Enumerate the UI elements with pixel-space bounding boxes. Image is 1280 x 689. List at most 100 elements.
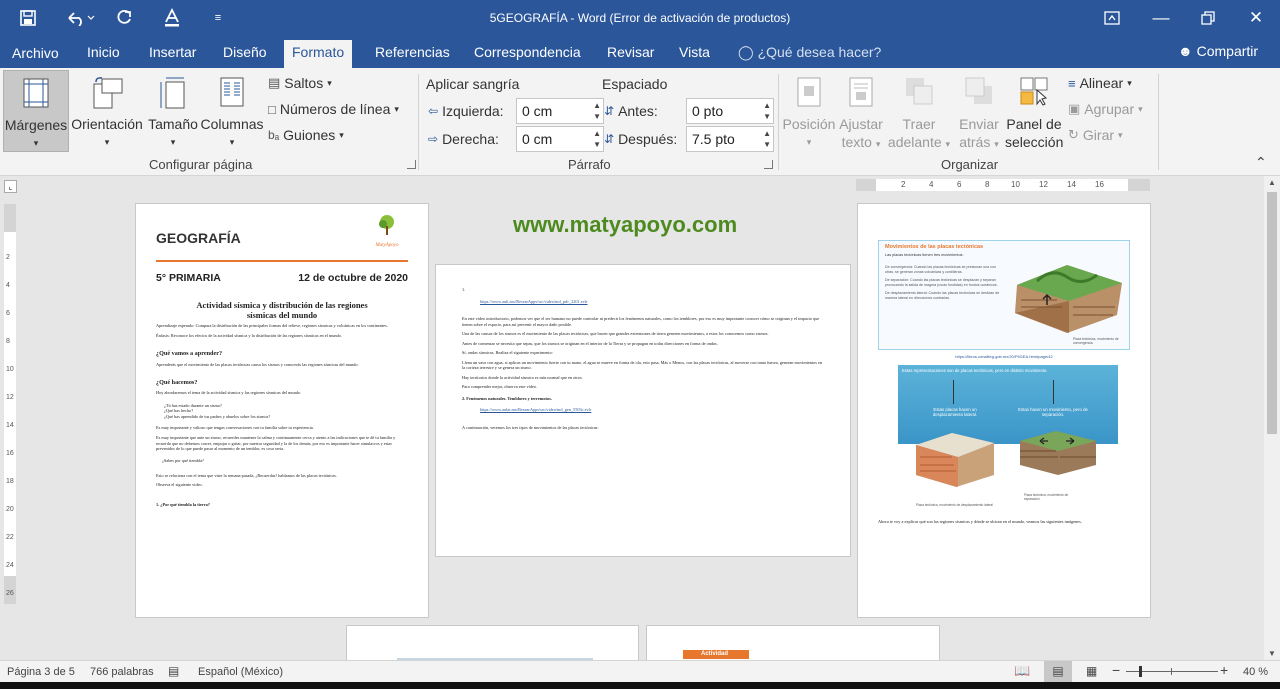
spacing-after-input[interactable]: 7.5 pto ▲ ▼ bbox=[686, 126, 774, 152]
page-5[interactable]: Actividad bbox=[646, 625, 940, 660]
lateral-plates-illustration bbox=[916, 433, 994, 487]
taskbar-strip bbox=[0, 682, 1280, 689]
tab-archivo[interactable]: Archivo bbox=[12, 45, 59, 61]
vertical-scrollbar[interactable]: ▲ ▼ bbox=[1264, 176, 1280, 660]
selection-pane-button[interactable]: Panel de selección bbox=[1005, 70, 1063, 152]
rotate-button[interactable]: ↻ Girar ▾ bbox=[1068, 127, 1123, 143]
watermark: www.matyapoyo.com bbox=[513, 212, 738, 237]
scroll-thumb[interactable] bbox=[1267, 192, 1277, 434]
indent-right-label: ⇨ Derecha: bbox=[428, 131, 499, 147]
font-color-icon[interactable] bbox=[158, 5, 186, 31]
ribbon-display-icon[interactable] bbox=[1089, 4, 1135, 32]
spacing-after-icon: ⇵ bbox=[604, 132, 615, 146]
vertical-ruler: 2 4 6 8 10 12 14 16 18 20 22 24 26 bbox=[4, 204, 16, 604]
web-layout-icon[interactable]: ▦ bbox=[1086, 664, 1097, 678]
tab-formato[interactable]: Formato bbox=[284, 40, 353, 68]
line-numbers-label: Números de línea bbox=[279, 101, 391, 117]
group-label: Agrupar bbox=[1084, 101, 1135, 117]
bring-forward-label-1: Traer bbox=[902, 116, 936, 132]
indent-right-icon: ⇨ bbox=[428, 132, 439, 146]
ribbon: Márgenes ▾ Orientación ▾ Tamaño ▾ Column… bbox=[0, 68, 1280, 176]
wrap-text-icon bbox=[848, 76, 874, 112]
selection-pane-icon bbox=[1019, 76, 1049, 110]
margins-label: Márgenes bbox=[4, 117, 68, 133]
page-count[interactable]: Página 3 de 5 bbox=[7, 666, 75, 678]
group-button[interactable]: ▣ Agrupar ▾ bbox=[1068, 101, 1143, 117]
zoom-in-icon[interactable]: + bbox=[1220, 662, 1228, 678]
bring-forward-button[interactable]: Traer adelante ▾ bbox=[886, 70, 952, 152]
align-label: Alinear bbox=[1079, 75, 1124, 91]
send-backward-icon bbox=[964, 76, 994, 110]
bring-forward-label-2: adelante ▾ bbox=[887, 134, 951, 150]
send-backward-button[interactable]: Enviar atrás ▾ bbox=[952, 70, 1006, 152]
video-link-1[interactable]: https://www.ault.mx/ResearApps/src/video… bbox=[462, 299, 824, 305]
word-count[interactable]: 766 palabras bbox=[90, 666, 154, 678]
figure-plates-comparison: Estas representaciones son de placas tec… bbox=[898, 365, 1118, 509]
scroll-up-icon[interactable]: ▲ bbox=[1264, 178, 1280, 187]
tab-vista[interactable]: Vista bbox=[679, 44, 710, 60]
orientation-button[interactable]: Orientación ▾ bbox=[70, 70, 144, 152]
page-3[interactable]: Movimientos de las placas tectónicas Las… bbox=[857, 203, 1151, 618]
page-setup-launcher-icon[interactable] bbox=[407, 160, 416, 169]
document-area[interactable]: ⌞ 2 4 6 8 10 12 14 16 18 20 22 24 26 2 4… bbox=[0, 176, 1264, 660]
activity-tag: Actividad bbox=[683, 650, 749, 659]
undo-icon[interactable] bbox=[60, 5, 100, 31]
position-label: Posición bbox=[782, 116, 836, 132]
lightbulb-icon: ◯ bbox=[738, 44, 754, 60]
size-icon bbox=[158, 76, 188, 114]
page-1[interactable]: GEOGRAFÍA MatyApoyo 5° PRIMARIA 12 de oc… bbox=[135, 203, 429, 618]
redo-icon[interactable] bbox=[110, 5, 138, 31]
tab-referencias[interactable]: Referencias bbox=[375, 44, 450, 60]
language[interactable]: Español (México) bbox=[198, 666, 283, 678]
tab-insertar[interactable]: Insertar bbox=[149, 44, 196, 60]
wrap-text-button[interactable]: Ajustar texto ▾ bbox=[836, 70, 886, 152]
indent-right-input[interactable]: 0 cm ▲ ▼ bbox=[516, 126, 604, 152]
paragraph-launcher-icon[interactable] bbox=[764, 160, 773, 169]
group-label-arrange: Organizar bbox=[941, 157, 999, 172]
selection-pane-label-2: selección bbox=[1005, 134, 1064, 150]
size-button[interactable]: Tamaño ▾ bbox=[146, 70, 200, 152]
send-backward-label-2: atrás ▾ bbox=[959, 134, 999, 150]
video-link-2[interactable]: https://www.aulat.mx/ResearApps/src/vide… bbox=[462, 407, 824, 413]
separation-plates-illustration bbox=[1020, 431, 1096, 475]
breaks-label: Saltos bbox=[284, 75, 324, 91]
align-button[interactable]: ≡ Alinear ▾ bbox=[1068, 75, 1132, 91]
collapse-ribbon-icon[interactable]: ⌃ bbox=[1255, 154, 1267, 171]
tab-inicio[interactable]: Inicio bbox=[87, 44, 120, 60]
tab-correspondencia[interactable]: Correspondencia bbox=[474, 44, 581, 60]
zoom-slider[interactable] bbox=[1126, 666, 1218, 677]
breaks-button[interactable]: ▤ Saltos ▾ bbox=[268, 75, 332, 91]
figure-plates-movements: Movimientos de las placas tectónicas Las… bbox=[878, 240, 1130, 350]
hyphenation-button[interactable]: bₐ Guiones ▾ bbox=[268, 127, 344, 143]
tectonic-block-illustration bbox=[1015, 265, 1122, 333]
save-icon[interactable] bbox=[14, 5, 42, 31]
zoom-level[interactable]: 40 % bbox=[1243, 666, 1268, 678]
group-icon: ▣ bbox=[1068, 101, 1081, 116]
line-numbers-button[interactable]: □ Números de línea ▾ bbox=[268, 101, 399, 117]
close-icon[interactable]: ✕ bbox=[1233, 4, 1279, 32]
tell-me-search[interactable]: ◯ ¿Qué desea hacer? bbox=[738, 44, 881, 61]
minimize-icon[interactable]: — bbox=[1138, 4, 1184, 32]
restore-icon[interactable] bbox=[1185, 4, 1231, 32]
columns-button[interactable]: Columnas ▾ bbox=[200, 70, 264, 152]
margins-button[interactable]: Márgenes ▾ bbox=[3, 70, 69, 152]
book-link[interactable]: https://libros.conaliteg.gob.mx/20/P5GEA… bbox=[878, 354, 1130, 359]
page-2[interactable]: 1. https://www.ault.mx/ResearApps/src/vi… bbox=[435, 264, 851, 557]
scroll-down-icon[interactable]: ▼ bbox=[1264, 649, 1280, 658]
zoom-out-icon[interactable]: − bbox=[1112, 662, 1120, 678]
customize-qat-icon[interactable]: ≡ bbox=[204, 5, 232, 31]
page-4[interactable] bbox=[346, 625, 639, 660]
zoom-slider-thumb[interactable] bbox=[1139, 666, 1142, 677]
proofing-icon[interactable]: ▤ bbox=[168, 664, 179, 678]
print-layout-icon[interactable]: ▤ bbox=[1044, 661, 1072, 682]
position-button[interactable]: Posición ▾ bbox=[782, 70, 836, 152]
line-numbers-icon: □ bbox=[268, 101, 276, 117]
wrap-text-label-1: Ajustar bbox=[839, 116, 883, 132]
tab-diseno[interactable]: Diseño bbox=[223, 44, 267, 60]
share-button[interactable]: ☻ Compartir bbox=[1178, 43, 1258, 59]
tab-revisar[interactable]: Revisar bbox=[607, 44, 654, 60]
indent-left-input[interactable]: 0 cm ▲ ▼ bbox=[516, 98, 604, 124]
read-mode-icon[interactable]: 📖 bbox=[1014, 663, 1030, 679]
spacing-before-input[interactable]: 0 pto ▲ ▼ bbox=[686, 98, 774, 124]
ruler-tab-selector[interactable]: ⌞ bbox=[4, 180, 17, 193]
